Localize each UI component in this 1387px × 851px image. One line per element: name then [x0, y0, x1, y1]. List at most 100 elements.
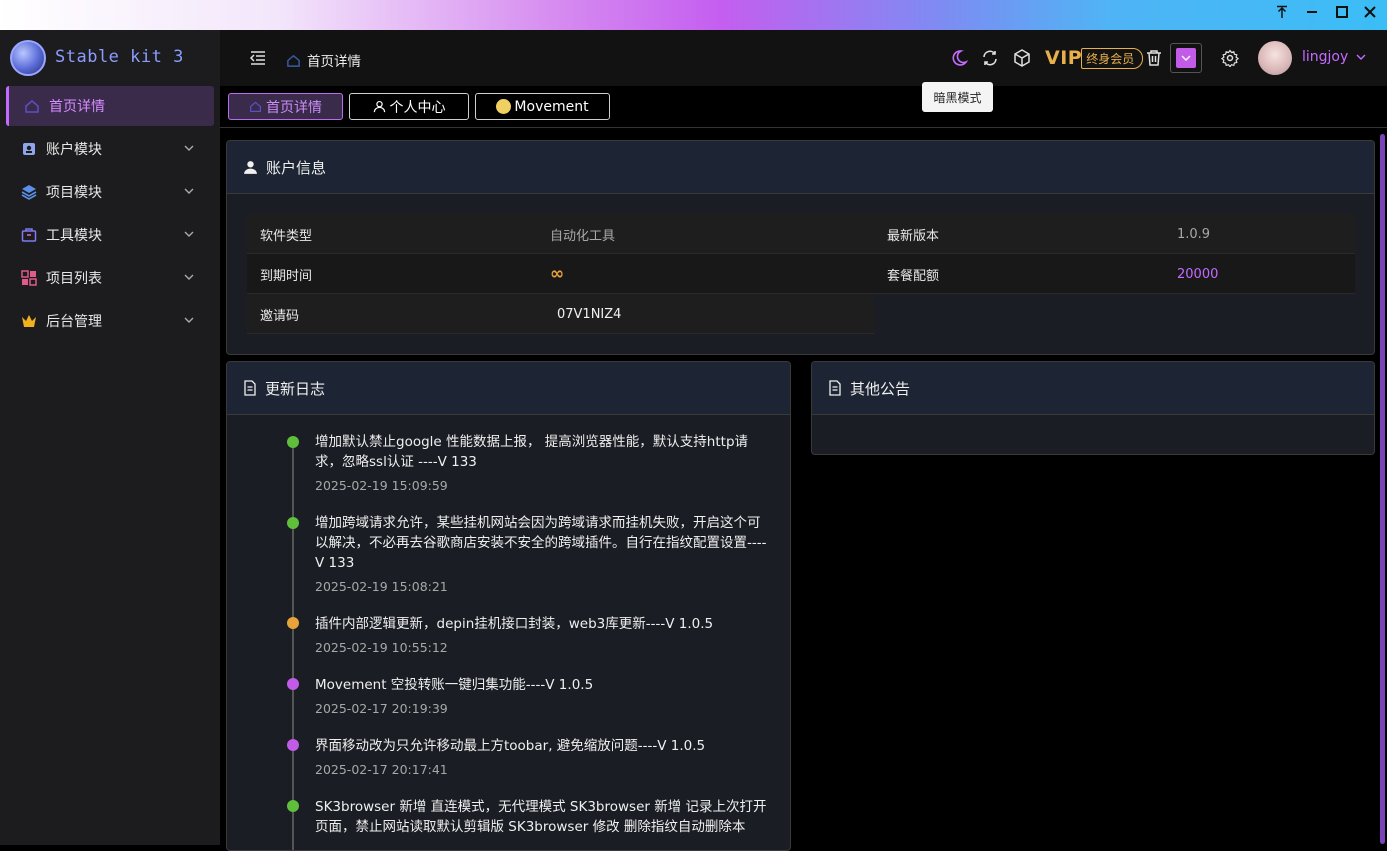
timeline-dot — [287, 517, 299, 529]
crown-icon — [20, 312, 38, 330]
movement-logo-icon — [496, 99, 512, 114]
tab-movement[interactable]: Movement — [475, 93, 610, 120]
timeline-entry-text: 界面移动改为只允许移动最上方toobar, 避免缩放问题----V 1.0.5 — [315, 738, 706, 754]
card-title: 其他公告 — [850, 379, 911, 398]
breadcrumb-label: 首页详情 — [307, 54, 361, 70]
close-icon[interactable] — [1360, 5, 1380, 25]
document-icon — [828, 380, 842, 396]
maximize-icon[interactable] — [1332, 5, 1352, 25]
cube-icon[interactable] — [1010, 46, 1034, 70]
user-icon — [373, 100, 386, 113]
breadcrumb: 首页详情 — [286, 50, 361, 70]
tab-label: 个人中心 — [389, 99, 446, 116]
chevron-down-icon — [184, 141, 194, 157]
pin-icon[interactable] — [1272, 5, 1292, 25]
tooltip: 暗黑模式 — [922, 82, 993, 112]
card-title: 账户信息 — [266, 158, 327, 177]
sidebar-item-tools[interactable]: 工具模块 — [6, 215, 214, 255]
brand-name: Stable kit 3 — [55, 47, 184, 67]
sidebar-item-label: 后台管理 — [46, 314, 102, 330]
top-bar — [220, 30, 1387, 86]
title-bar[interactable] — [0, 0, 1387, 30]
changelog-card: 更新日志 增加默认禁止google 性能数据上报， 提高浏览器性能，默认支持ht… — [226, 361, 791, 851]
user-menu[interactable]: lingjoy — [1302, 49, 1366, 65]
layers-icon — [20, 183, 38, 201]
label-expire-time: 到期时间 — [260, 268, 313, 284]
tab-label: Movement — [514, 98, 589, 115]
label-software-type: 软件类型 — [260, 228, 313, 244]
timeline-entry-text: SK3browser 新增 直连模式，无代理模式 SK3browser 新增 记… — [315, 799, 767, 835]
value-latest-version: 1.0.9 — [1177, 226, 1211, 242]
toolbox-icon — [20, 226, 38, 244]
sidebar-item-account[interactable]: 账户模块 — [6, 129, 214, 169]
chevron-down-icon — [184, 184, 194, 200]
label-latest-version: 最新版本 — [887, 228, 940, 244]
chevron-down-icon — [184, 313, 194, 329]
tab-label: 首页详情 — [266, 99, 322, 116]
timeline-entry-text: 增加默认禁止google 性能数据上报， 提高浏览器性能，默认支持http请求，… — [315, 434, 749, 470]
timeline-entry-text: Movement 空投转账一键归集功能----V 1.0.5 — [315, 677, 594, 693]
value-invite-code[interactable]: 07V1NIZ4 — [557, 294, 621, 334]
card-header: 更新日志 — [227, 362, 790, 415]
card-header: 账户信息 — [227, 141, 1374, 194]
sidebar-item-project-list[interactable]: 项目列表 — [6, 258, 214, 298]
value-expire-time: ∞ — [550, 264, 565, 284]
app-logo — [10, 40, 46, 76]
vip-text: VIP — [1045, 47, 1083, 69]
avatar[interactable] — [1258, 41, 1292, 75]
trash-icon[interactable] — [1142, 46, 1166, 70]
timeline-dot — [287, 617, 299, 629]
sidebar-item-label: 首页详情 — [49, 99, 105, 115]
home-icon — [249, 100, 262, 113]
value-software-type: 自动化工具 — [550, 228, 616, 244]
table-row — [874, 254, 1355, 294]
moon-icon[interactable] — [946, 46, 970, 70]
minimize-icon[interactable] — [1302, 5, 1322, 25]
chevron-down-icon — [184, 227, 194, 243]
timeline-line — [292, 442, 294, 850]
value-plan-quota: 20000 — [1177, 266, 1219, 282]
sidebar-item-admin[interactable]: 后台管理 — [6, 301, 214, 341]
theme-color-picker[interactable] — [1170, 43, 1202, 73]
grid-icon — [20, 269, 38, 287]
home-icon — [286, 53, 301, 68]
tab-home[interactable]: 首页详情 — [228, 93, 343, 120]
chevron-down-icon — [1356, 52, 1366, 62]
account-icon — [20, 140, 38, 158]
username: lingjoy — [1302, 49, 1349, 65]
announcements-card: 其他公告 — [811, 361, 1375, 455]
timeline-entry-text: 增加跨域请求允许，某些挂机网站会因为跨域请求而挂机失败，开启这个可以解决，不必再… — [315, 515, 767, 571]
sidebar-item-label: 工具模块 — [46, 228, 102, 244]
timeline-dot — [287, 436, 299, 448]
chevron-down-icon — [1176, 48, 1196, 68]
collapse-menu-icon[interactable] — [246, 46, 270, 70]
card-title: 更新日志 — [265, 379, 326, 398]
sidebar: Stable kit 3 首页详情 账户模块 项目模块 工具模块 项目列表 后台… — [0, 30, 220, 845]
tab-personal-center[interactable]: 个人中心 — [349, 93, 469, 120]
account-info-card: 账户信息 软件类型 自动化工具 最新版本 1.0.9 到期时间 ∞ 套餐配额 2… — [226, 140, 1375, 355]
sidebar-item-label: 账户模块 — [46, 142, 102, 158]
gear-icon[interactable] — [1218, 46, 1242, 70]
timeline-entry-time: 2025-02-17 20:17:41 — [315, 762, 448, 777]
sidebar-item-label: 项目模块 — [46, 185, 102, 201]
document-icon — [243, 380, 257, 396]
sidebar-item-home[interactable]: 首页详情 — [6, 86, 214, 126]
refresh-icon[interactable] — [978, 46, 1002, 70]
timeline-entry-time: 2025-02-19 15:08:21 — [315, 579, 448, 594]
scrollbar[interactable] — [1380, 134, 1385, 844]
timeline-dot — [287, 739, 299, 751]
timeline-dot — [287, 678, 299, 690]
user-icon — [243, 160, 258, 175]
card-header: 其他公告 — [812, 362, 1374, 415]
timeline-entry-time: 2025-02-19 15:09:59 — [315, 478, 448, 493]
vip-badge[interactable]: VIP 终身会员 — [1045, 47, 1144, 69]
timeline-entry-text: 插件内部逻辑更新，depin挂机接口封装，web3库更新----V 1.0.5 — [315, 616, 714, 632]
timeline-dot — [287, 800, 299, 812]
label-invite-code: 邀请码 — [260, 308, 300, 324]
sidebar-item-label: 项目列表 — [46, 271, 102, 287]
table-row — [874, 214, 1355, 254]
timeline-entry-time: 2025-02-19 10:55:12 — [315, 640, 448, 655]
vip-member-label: 终身会员 — [1081, 47, 1144, 69]
home-icon — [23, 97, 41, 115]
sidebar-item-project[interactable]: 项目模块 — [6, 172, 214, 212]
